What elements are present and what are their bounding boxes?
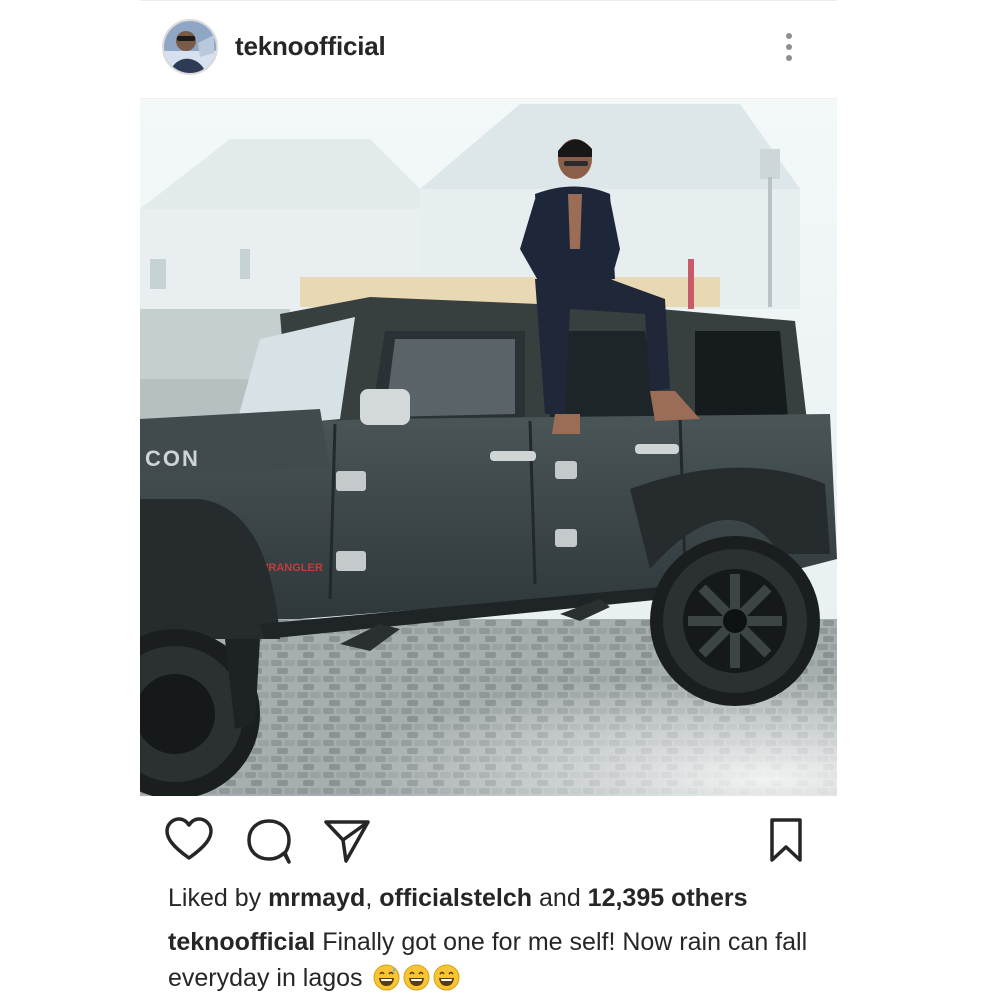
likes-prefix: Liked by xyxy=(168,884,269,912)
send-icon[interactable] xyxy=(322,816,372,866)
grinning-sweat-emoji xyxy=(373,964,400,991)
post-actions xyxy=(140,812,837,868)
likes-summary: Liked by mrmayd, officialstelch and 12,3… xyxy=(168,884,748,913)
likes-and: and xyxy=(532,884,588,912)
post-username[interactable]: teknoofficial xyxy=(235,31,386,62)
instagram-post: teknoofficial CON WRANGLER Liked by mrma… xyxy=(140,0,837,1000)
heart-icon[interactable] xyxy=(164,816,214,866)
post-photo[interactable]: CON WRANGLER xyxy=(140,99,837,796)
likes-separator: , xyxy=(365,884,380,912)
liked-by-user-link[interactable]: mrmayd xyxy=(268,884,365,912)
svg-text:CON: CON xyxy=(145,446,200,471)
likes-count-link[interactable]: 12,395 others xyxy=(588,884,748,912)
comment-icon[interactable] xyxy=(244,816,294,866)
liked-by-user-link[interactable]: officialstelch xyxy=(379,884,532,912)
bookmark-icon[interactable] xyxy=(762,816,812,866)
post-header: teknoofficial xyxy=(140,0,837,99)
more-vertical-icon[interactable] xyxy=(782,32,796,66)
post-caption: teknoofficial Finally got one for me sel… xyxy=(168,924,818,996)
grinning-emoji xyxy=(403,964,430,991)
avatar[interactable] xyxy=(162,19,218,75)
caption-username[interactable]: teknoofficial xyxy=(168,928,315,956)
grinning-emoji xyxy=(433,964,460,991)
